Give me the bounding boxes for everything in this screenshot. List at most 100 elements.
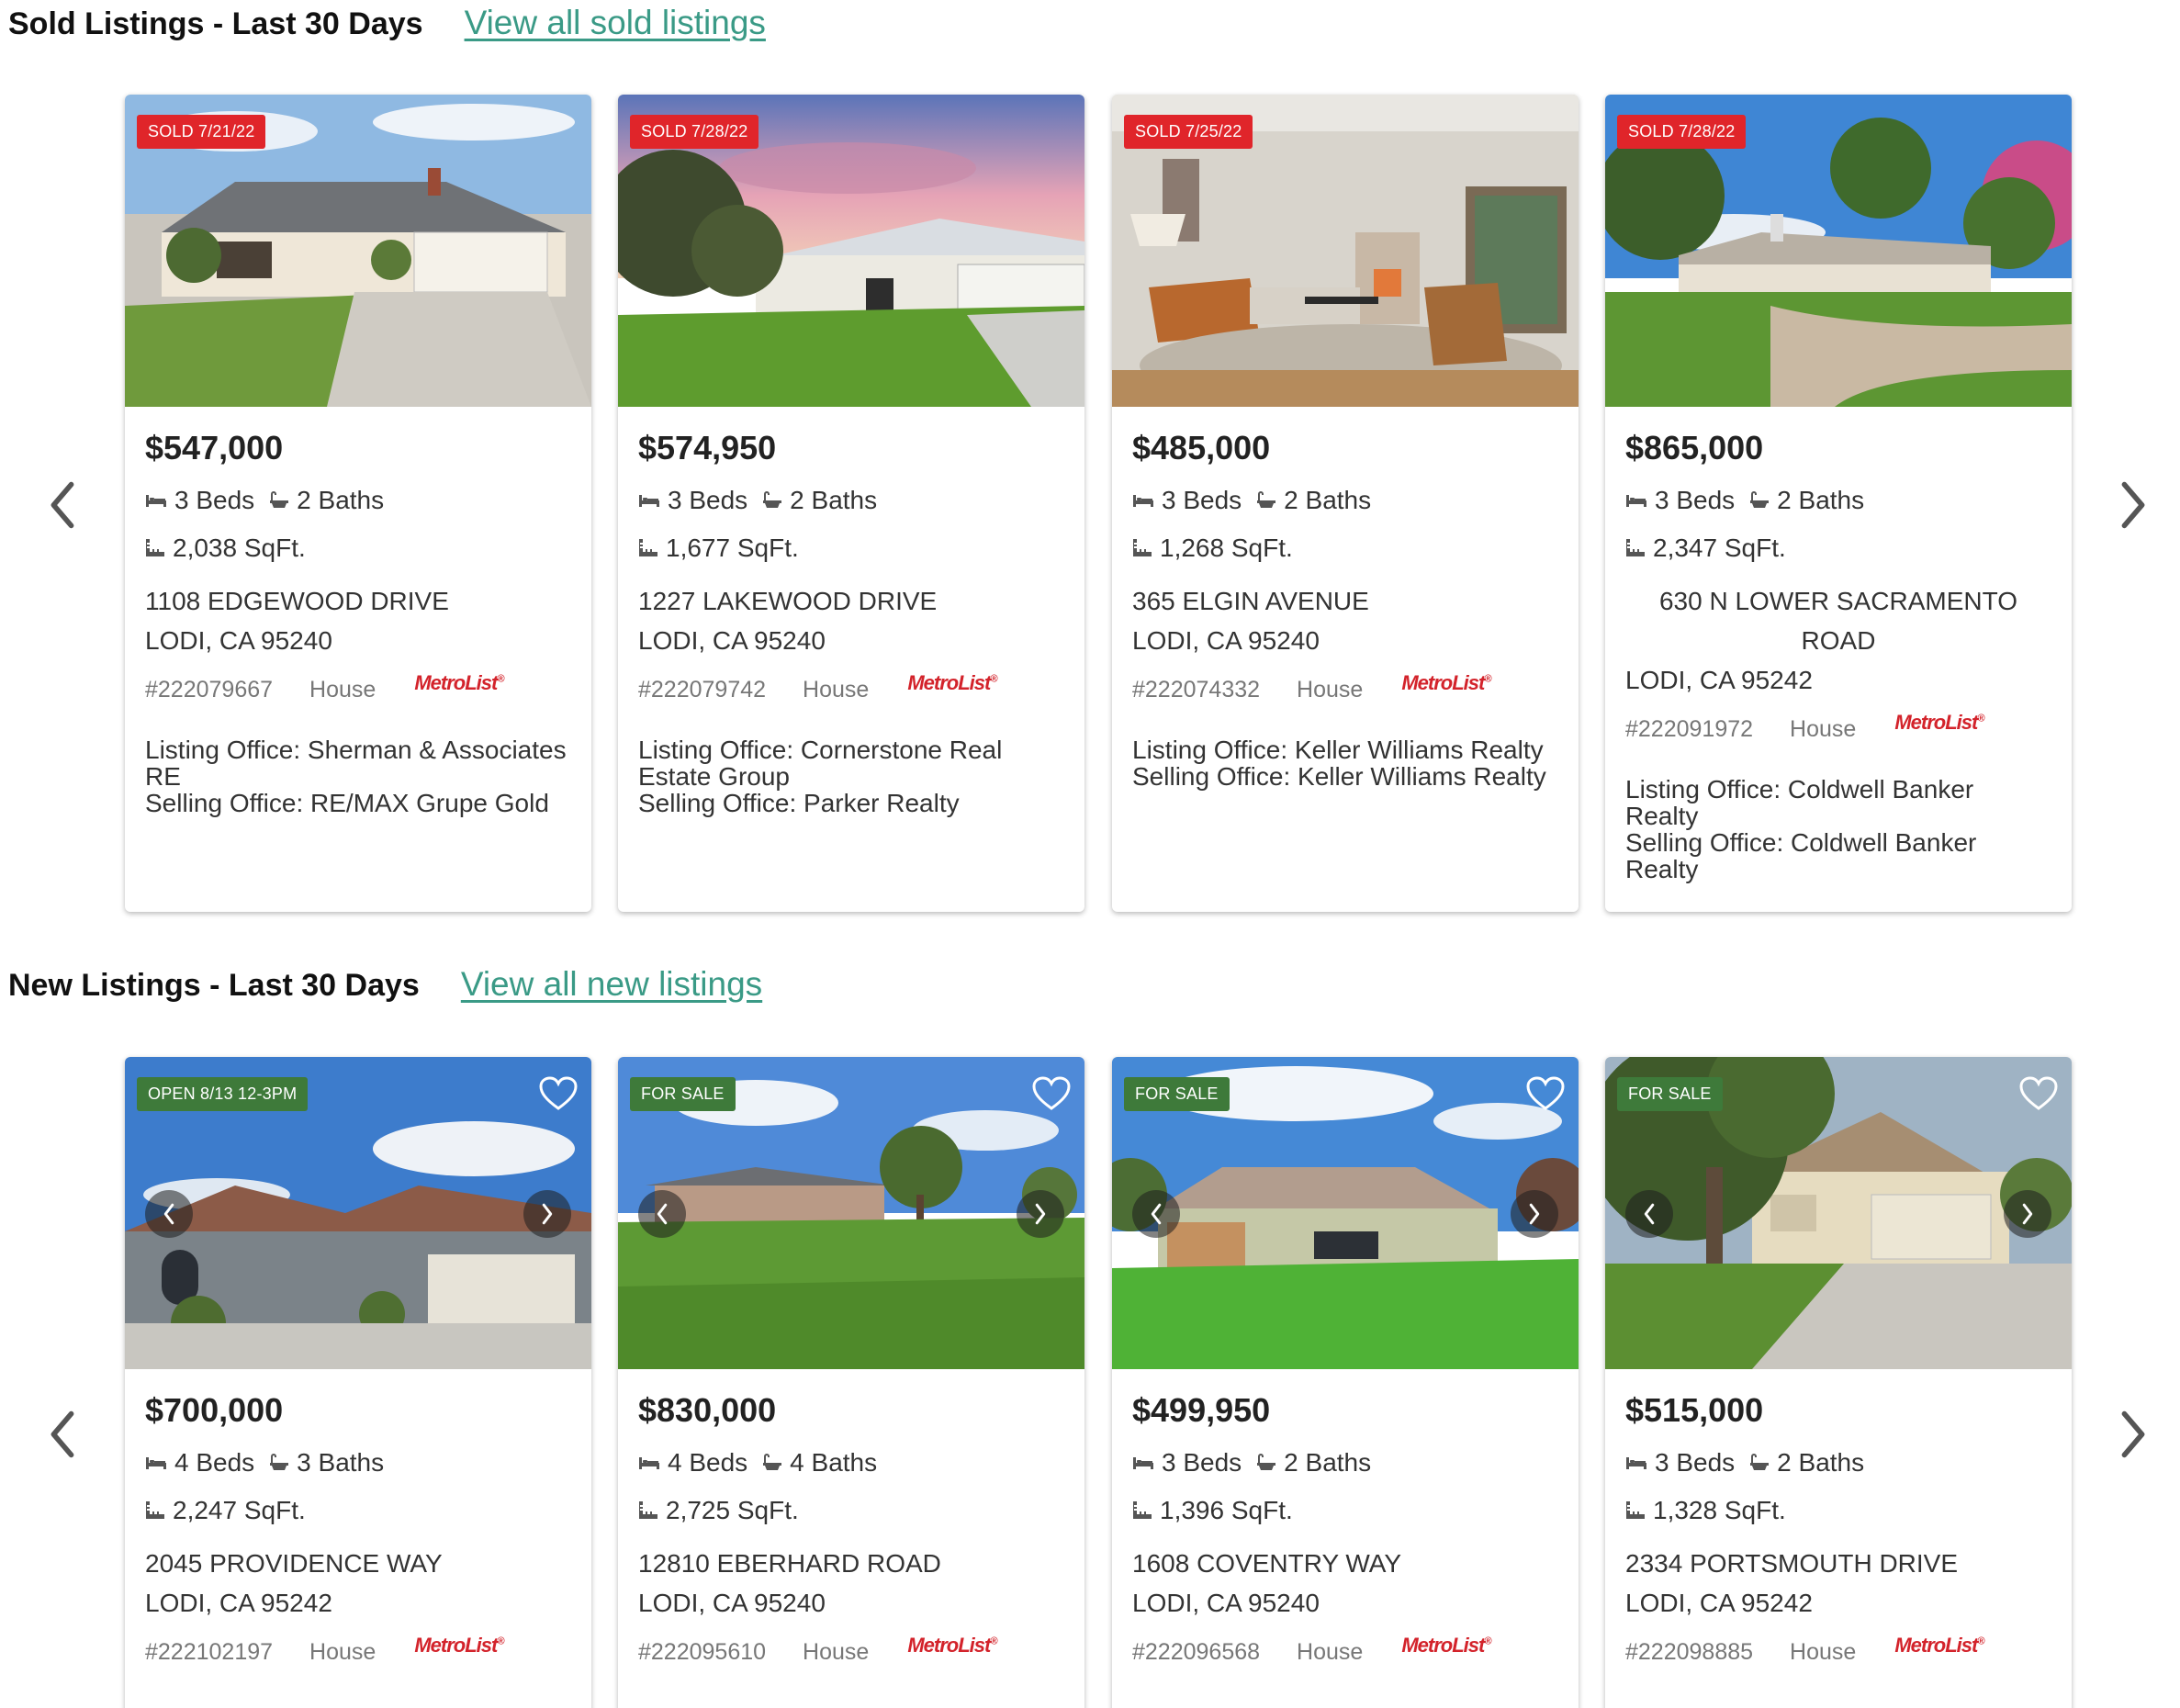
property-type: House	[1790, 716, 1857, 742]
heart-icon[interactable]	[1031, 1075, 1072, 1112]
status-badge: FOR SALE	[1617, 1077, 1723, 1111]
address-line-2: LODI, CA 95240	[638, 1589, 826, 1617]
address-line-1[interactable]: 1227 LAKEWOOD DRIVE	[638, 581, 1064, 621]
selling-office: Selling Office: Parker Realty	[638, 789, 960, 817]
baths-count: 2 Baths	[1777, 1448, 1865, 1477]
sold-next-arrow[interactable]	[2106, 468, 2161, 542]
photo-next-button[interactable]	[1017, 1190, 1064, 1238]
beds-count: 3 Beds	[174, 486, 255, 514]
chevron-left-icon	[1642, 1203, 1657, 1225]
heart-icon[interactable]	[2018, 1075, 2059, 1112]
bed-icon	[1132, 1455, 1154, 1470]
mls-number: #222091972	[1625, 716, 1754, 742]
address-line-1[interactable]: 1608 COVENTRY WAY	[1132, 1544, 1558, 1583]
chevron-left-icon	[48, 1410, 77, 1458]
listing-photo[interactable]: SOLD 7/21/22	[125, 95, 591, 407]
beds-count: 3 Beds	[1655, 1448, 1736, 1477]
address-line-2: LODI, CA 95242	[1625, 1589, 1813, 1617]
address-line-1[interactable]: 630 N LOWER SACRAMENTO ROAD	[1625, 581, 2051, 660]
baths-count: 3 Baths	[297, 1448, 385, 1477]
metrolist-logo: MetroList®	[414, 670, 504, 694]
selling-office: Selling Office: RE/MAX Grupe Gold	[145, 789, 549, 817]
bath-icon	[762, 491, 782, 510]
chevron-right-icon	[2118, 1410, 2148, 1458]
bed-icon	[145, 493, 167, 508]
metrolist-logo: MetroList®	[907, 670, 997, 694]
photo-prev-button[interactable]	[638, 1190, 686, 1238]
metrolist-logo: MetroList®	[907, 1633, 997, 1657]
chevron-right-icon	[540, 1203, 555, 1225]
status-badge: SOLD 7/25/22	[1124, 115, 1253, 149]
listing-photo[interactable]: FOR SALE	[618, 1057, 1084, 1369]
mls-number: #222074332	[1132, 677, 1261, 702]
listing-card[interactable]: SOLD 7/28/22 $865,000 3 Beds 2 Baths 2,34…	[1605, 95, 2072, 912]
photo-prev-button[interactable]	[145, 1190, 193, 1238]
chevron-right-icon	[2020, 1203, 2035, 1225]
listing-photo[interactable]: SOLD 7/28/22	[618, 95, 1084, 407]
listing-photo[interactable]: FOR SALE	[1112, 1057, 1579, 1369]
listing-card[interactable]: OPEN 8/13 12-3PM $700,000 4 Beds 3 Baths …	[125, 1057, 591, 1708]
listing-card[interactable]: SOLD 7/25/22 $485,000 3 Beds 2 Baths 1,26…	[1112, 95, 1579, 912]
address-line-1[interactable]: 12810 EBERHARD ROAD	[638, 1544, 1064, 1583]
sold-prev-arrow[interactable]	[35, 468, 90, 542]
listing-card[interactable]: SOLD 7/28/22 $574,950 3 Beds 2 Baths 1,67…	[618, 95, 1084, 912]
listing-price: $830,000	[638, 1391, 777, 1429]
listing-card[interactable]: FOR SALE $515,000 3 Beds 2 Baths 1,328 Sq…	[1605, 1057, 2072, 1708]
view-all-sold-link[interactable]: View all sold listings	[465, 4, 766, 42]
address-line-1[interactable]: 2334 PORTSMOUTH DRIVE	[1625, 1544, 2051, 1583]
bed-icon	[1625, 1455, 1647, 1470]
property-type: House	[1297, 1639, 1364, 1665]
address-line-2: LODI, CA 95240	[145, 626, 332, 655]
listing-card[interactable]: SOLD 7/21/22 $547,000 3 Beds 2 Baths 2,03…	[125, 95, 591, 912]
listing-office: Listing Office: Cornerstone Real Estate …	[638, 736, 1003, 791]
view-all-new-link[interactable]: View all new listings	[461, 965, 762, 1004]
ruler-icon	[1625, 538, 1646, 558]
bed-icon	[1132, 493, 1154, 508]
ruler-icon	[1132, 538, 1152, 558]
listing-photo[interactable]: SOLD 7/28/22	[1605, 95, 2072, 407]
address-line-2: LODI, CA 95240	[638, 626, 826, 655]
mls-number: #222096568	[1132, 1639, 1261, 1665]
property-type: House	[309, 677, 376, 702]
listing-photo[interactable]: FOR SALE	[1605, 1057, 2072, 1369]
ruler-icon	[638, 1500, 658, 1521]
status-badge: FOR SALE	[630, 1077, 736, 1111]
bath-icon	[1749, 1454, 1770, 1472]
heart-icon[interactable]	[538, 1075, 579, 1112]
listing-card[interactable]: FOR SALE $499,950 3 Beds 2 Baths 1,396 Sq…	[1112, 1057, 1579, 1708]
new-next-arrow[interactable]	[2106, 1398, 2161, 1471]
metrolist-logo: MetroList®	[1401, 1633, 1491, 1657]
metrolist-logo: MetroList®	[1894, 1633, 1984, 1657]
address-line-2: LODI, CA 95240	[1132, 626, 1320, 655]
photo-next-button[interactable]	[523, 1190, 571, 1238]
status-badge: OPEN 8/13 12-3PM	[137, 1077, 309, 1111]
photo-prev-button[interactable]	[1132, 1190, 1180, 1238]
new-prev-arrow[interactable]	[35, 1398, 90, 1471]
property-type: House	[309, 1639, 376, 1665]
photo-prev-button[interactable]	[1625, 1190, 1673, 1238]
chevron-left-icon	[655, 1203, 669, 1225]
bath-icon	[269, 491, 289, 510]
status-badge: SOLD 7/28/22	[1617, 115, 1747, 149]
address-line-1[interactable]: 2045 PROVIDENCE WAY	[145, 1544, 571, 1583]
listing-photo[interactable]: OPEN 8/13 12-3PM	[125, 1057, 591, 1369]
listing-card[interactable]: FOR SALE $830,000 4 Beds 4 Baths 2,725 Sq…	[618, 1057, 1084, 1708]
ruler-icon	[638, 538, 658, 558]
heart-icon[interactable]	[1525, 1075, 1566, 1112]
photo-next-button[interactable]	[1511, 1190, 1558, 1238]
status-badge: FOR SALE	[1124, 1077, 1230, 1111]
beds-count: 4 Beds	[174, 1448, 255, 1477]
mls-number: #222095610	[638, 1639, 767, 1665]
photo-next-button[interactable]	[2004, 1190, 2051, 1238]
ruler-icon	[145, 538, 165, 558]
metrolist-logo: MetroList®	[1894, 710, 1984, 734]
ruler-icon	[1625, 1500, 1646, 1521]
address-line-2: LODI, CA 95242	[1625, 666, 1813, 694]
chevron-left-icon	[48, 481, 77, 529]
listing-price: $574,950	[638, 429, 777, 466]
address-line-1[interactable]: 1108 EDGEWOOD DRIVE	[145, 581, 571, 621]
listing-photo[interactable]: SOLD 7/25/22	[1112, 95, 1579, 407]
bath-icon	[1256, 491, 1276, 510]
address-line-1[interactable]: 365 ELGIN AVENUE	[1132, 581, 1558, 621]
ruler-icon	[1132, 1500, 1152, 1521]
